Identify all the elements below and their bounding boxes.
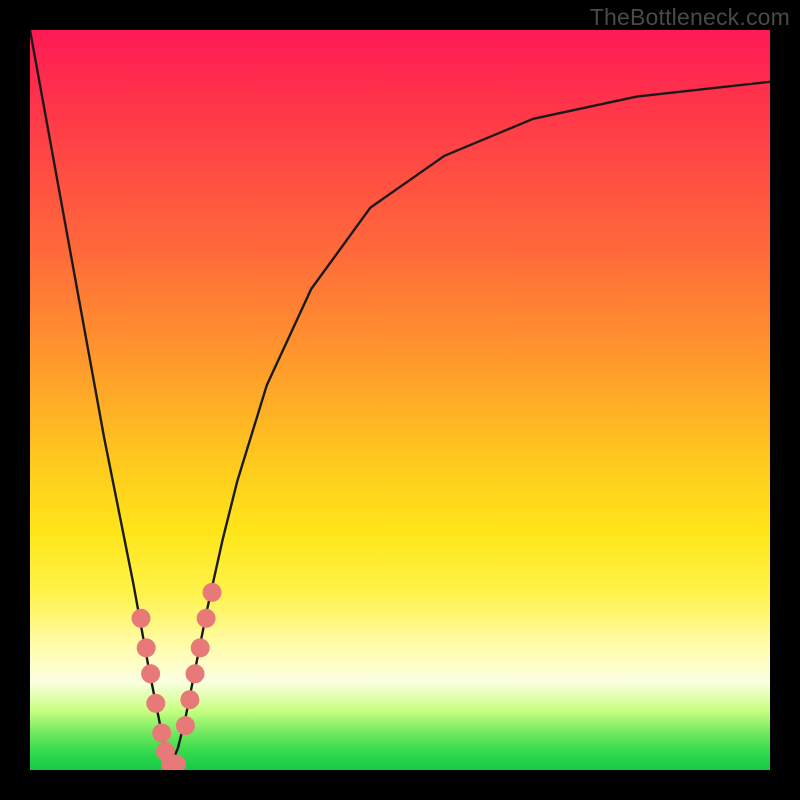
highlight-dot [137, 638, 156, 657]
highlight-dot [156, 742, 175, 761]
highlight-dots-left [132, 609, 187, 770]
highlight-dot [161, 755, 180, 770]
highlight-dot [203, 583, 222, 602]
bottleneck-curve-svg [30, 30, 770, 770]
highlight-dot [167, 755, 186, 770]
chart-frame: TheBottleneck.com [0, 0, 800, 800]
plot-area [30, 30, 770, 770]
highlight-dot [197, 609, 216, 628]
highlight-dot [176, 716, 195, 735]
highlight-dots-right [176, 583, 222, 735]
highlight-dot [152, 724, 171, 743]
highlight-dot [146, 694, 165, 713]
highlight-dot [180, 690, 199, 709]
watermark-text: TheBottleneck.com [590, 4, 790, 31]
highlight-dot [186, 664, 205, 683]
bottleneck-curve-path [30, 30, 770, 766]
highlight-dot [132, 609, 151, 628]
highlight-dot [191, 638, 210, 657]
highlight-dot [141, 664, 160, 683]
